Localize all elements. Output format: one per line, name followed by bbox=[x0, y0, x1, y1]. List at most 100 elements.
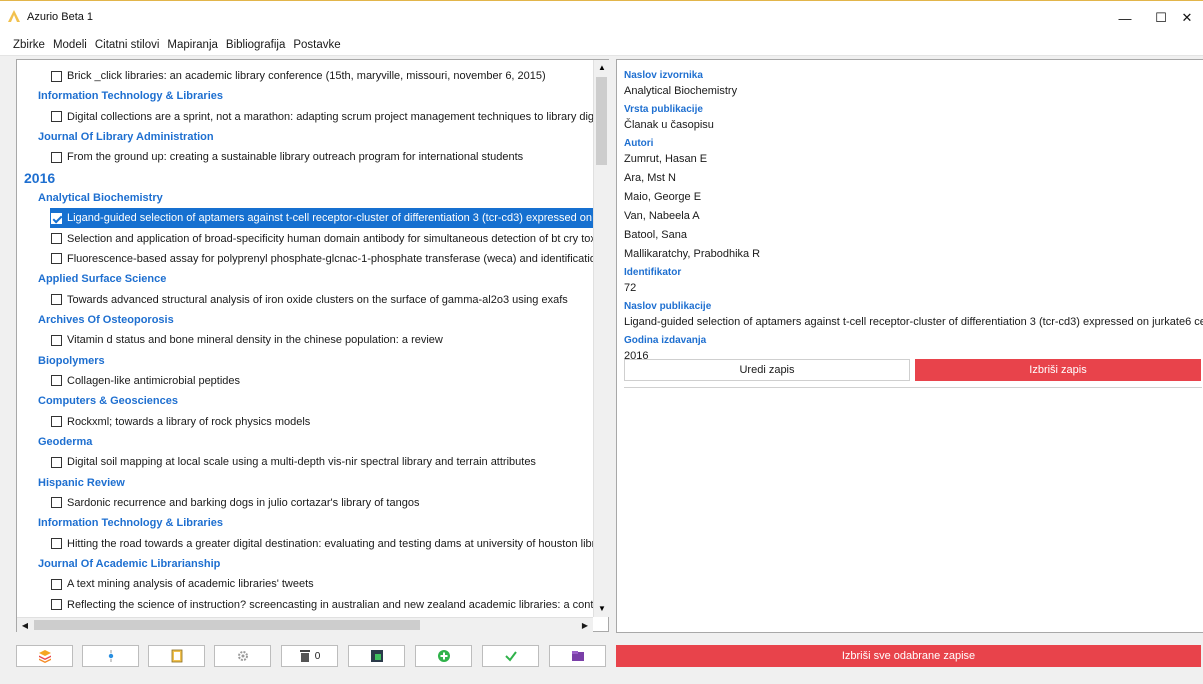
publication-item[interactable]: Brick _click libraries: an academic libr… bbox=[17, 66, 593, 86]
publication-item[interactable]: From the ground up: creating a sustainab… bbox=[17, 147, 593, 167]
row-label: Hispanic Review bbox=[38, 476, 125, 489]
row-label: Rockxml; towards a library of rock physi… bbox=[67, 415, 311, 428]
item-checkbox[interactable] bbox=[51, 294, 62, 306]
scroll-up-icon[interactable]: ▲ bbox=[594, 60, 610, 76]
journal-group[interactable]: Biopolymers bbox=[17, 351, 593, 371]
row-label: Collagen-like antimicrobial peptides bbox=[67, 374, 241, 387]
toolbar-folder-button[interactable] bbox=[549, 645, 606, 667]
menu-bibliografija[interactable]: Bibliografija bbox=[226, 39, 285, 51]
detail-value: Ara, Mst N bbox=[624, 172, 676, 184]
row-label: From the ground up: creating a sustainab… bbox=[67, 151, 524, 164]
item-checkbox[interactable] bbox=[51, 111, 62, 123]
edit-record-button[interactable]: Uredi zapis bbox=[624, 359, 910, 381]
item-checkbox[interactable] bbox=[51, 151, 62, 163]
journal-group[interactable]: Computers & Geosciences bbox=[17, 391, 593, 411]
item-checkbox[interactable] bbox=[51, 456, 62, 468]
divider bbox=[624, 387, 1202, 388]
toolbar-add-button[interactable] bbox=[415, 645, 472, 667]
menu-postavke[interactable]: Postavke bbox=[293, 39, 340, 51]
scroll-left-icon[interactable]: ◀ bbox=[17, 618, 33, 633]
item-checkbox[interactable] bbox=[51, 375, 62, 387]
item-checkbox[interactable] bbox=[51, 334, 62, 346]
publication-item[interactable]: Rockxml; towards a library of rock physi… bbox=[17, 412, 593, 432]
row-label: Brick _click libraries: an academic libr… bbox=[67, 70, 546, 82]
journal-group[interactable]: Hispanic Review bbox=[17, 473, 593, 493]
minimize-button[interactable]: — bbox=[1107, 1, 1143, 35]
publication-item[interactable]: Collagen-like antimicrobial peptides bbox=[17, 371, 593, 391]
journal-group[interactable]: Information Technology & Libraries bbox=[17, 86, 593, 106]
publication-tree-panel: Brick _click libraries: an academic libr… bbox=[16, 59, 609, 632]
vertical-scroll-thumb[interactable] bbox=[596, 77, 607, 165]
add-circle-icon bbox=[437, 650, 450, 662]
detail-label: Vrsta publikacije bbox=[624, 104, 703, 115]
publication-item[interactable]: Digital collections are a sprint, not a … bbox=[17, 107, 593, 127]
journal-group[interactable]: Geoderma bbox=[17, 432, 593, 452]
publication-item[interactable]: Digital soil mapping at local scale usin… bbox=[17, 452, 593, 472]
detail-label: Godina izdavanja bbox=[624, 335, 707, 346]
menu-zbirke[interactable]: Zbirke bbox=[13, 39, 45, 51]
item-checkbox[interactable] bbox=[51, 538, 62, 550]
horizontal-scrollbar[interactable]: ◀ ▶ bbox=[17, 617, 593, 632]
publication-item[interactable]: Vitamin d status and bone mineral densit… bbox=[17, 330, 593, 350]
menu-modeli[interactable]: Modeli bbox=[53, 39, 87, 51]
row-label: Hitting the road towards a greater digit… bbox=[67, 537, 593, 550]
toolbar-pin-button[interactable] bbox=[82, 645, 139, 667]
publication-item[interactable]: Reflecting the science of instruction? s… bbox=[17, 595, 593, 615]
item-checkbox[interactable] bbox=[51, 70, 62, 82]
vertical-scrollbar[interactable]: ▲ ▼ bbox=[593, 60, 609, 617]
publication-item[interactable]: Selection and application of broad-speci… bbox=[17, 229, 593, 249]
journal-group[interactable]: Journal Of Library Administration bbox=[17, 127, 593, 147]
item-checkbox[interactable] bbox=[51, 416, 62, 428]
row-label: Towards advanced structural analysis of … bbox=[67, 293, 568, 306]
toolbar-add-document-button[interactable] bbox=[348, 645, 405, 667]
app-logo-icon bbox=[8, 10, 20, 22]
publication-item-selected[interactable]: Ligand-guided selection of aptamers agai… bbox=[50, 208, 593, 229]
row-label: Information Technology & Libraries bbox=[38, 90, 223, 103]
scroll-down-icon[interactable]: ▼ bbox=[594, 601, 610, 617]
toolbar-trash-button[interactable]: 0 bbox=[281, 645, 338, 667]
item-checkbox[interactable] bbox=[51, 233, 62, 245]
journal-group[interactable]: Analytical Biochemistry bbox=[17, 188, 593, 208]
toolbar-confirm-button[interactable] bbox=[482, 645, 539, 667]
item-checkbox[interactable] bbox=[51, 253, 62, 265]
menu-citatni-stilovi[interactable]: Citatni stilovi bbox=[95, 39, 160, 51]
toolbar-layers-button[interactable] bbox=[16, 645, 73, 667]
delete-record-button[interactable]: Izbriši zapis bbox=[915, 359, 1201, 381]
publication-item[interactable]: Towards advanced structural analysis of … bbox=[17, 290, 593, 310]
layers-icon bbox=[38, 650, 51, 663]
item-checkbox[interactable] bbox=[51, 599, 62, 611]
journal-group[interactable]: Applied Surface Science bbox=[17, 269, 593, 289]
row-label: Digital collections are a sprint, not a … bbox=[67, 110, 593, 123]
detail-value: Članak u časopisu bbox=[624, 119, 714, 131]
selected-count: 0 bbox=[314, 650, 321, 662]
journal-group[interactable]: Archives Of Osteoporosis bbox=[17, 310, 593, 330]
publication-item[interactable]: A text mining analysis of academic libra… bbox=[17, 574, 593, 594]
item-checkbox[interactable] bbox=[51, 212, 62, 224]
row-label: Computers & Geosciences bbox=[38, 395, 178, 408]
toolbar-settings-button[interactable] bbox=[214, 645, 271, 667]
journal-group[interactable]: Information Technology & Libraries bbox=[17, 513, 593, 533]
folder-icon bbox=[571, 651, 584, 661]
close-button[interactable]: ✕ bbox=[1171, 1, 1203, 35]
publication-item[interactable]: Sardonic recurrence and barking dogs in … bbox=[17, 493, 593, 513]
menu-bar: Zbirke Modeli Citatni stilovi Mapiranja … bbox=[0, 34, 1203, 56]
scroll-right-icon[interactable]: ▶ bbox=[577, 618, 593, 633]
publication-item[interactable]: Fluorescence-based assay for polyprenyl … bbox=[17, 249, 593, 269]
horizontal-scroll-thumb[interactable] bbox=[34, 620, 420, 630]
row-label: Journal Of Academic Librarianship bbox=[38, 557, 221, 570]
menu-mapiranja[interactable]: Mapiranja bbox=[167, 39, 218, 51]
year-group[interactable]: 2016 bbox=[17, 168, 593, 188]
item-checkbox[interactable] bbox=[51, 497, 62, 509]
row-label: Information Technology & Libraries bbox=[38, 517, 223, 530]
pin-icon bbox=[108, 650, 113, 662]
toolbar-notebook-button[interactable] bbox=[148, 645, 205, 667]
journal-group[interactable]: Journal Of Academic Librarianship bbox=[17, 554, 593, 574]
item-checkbox[interactable] bbox=[51, 578, 62, 590]
row-label: Reflecting the science of instruction? s… bbox=[67, 598, 593, 611]
row-label: Journal Of Library Administration bbox=[38, 130, 214, 143]
publication-item[interactable]: Hitting the road towards a greater digit… bbox=[17, 534, 593, 554]
detail-value: Analytical Biochemistry bbox=[624, 85, 738, 97]
record-details-panel: Naslov izvornika Analytical Biochemistry V… bbox=[616, 59, 1203, 633]
publication-tree[interactable]: Brick _click libraries: an academic libr… bbox=[17, 60, 593, 617]
delete-all-selected-button[interactable]: Izbriši sve odabrane zapise bbox=[616, 645, 1201, 667]
